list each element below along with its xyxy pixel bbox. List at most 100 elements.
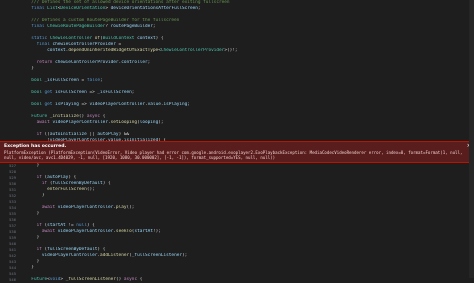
code-token: /// Defines a custom RoutePageBuilder fo…	[26, 18, 180, 23]
code-token: ||	[86, 132, 98, 137]
code-token: videoPlayerController	[41, 253, 98, 258]
code-token: setLooping	[110, 120, 138, 125]
code-token: );	[158, 120, 164, 125]
code-token: await	[41, 229, 58, 234]
code-token: false	[86, 78, 101, 83]
editor-scrollbar[interactable]	[469, 0, 474, 278]
code-token: controller	[121, 60, 148, 65]
code-token: autoPlay	[97, 132, 119, 137]
code-token: get	[44, 90, 56, 95]
code-token: =>	[86, 90, 98, 95]
code-block-bottom: 527 } 528 529 if (autoPlay) {530 if (fullS…	[0, 163, 474, 283]
code-token: context	[47, 48, 66, 53]
code-token: startAt	[47, 223, 66, 228]
code-token: final	[36, 42, 53, 47]
code-token: _fullScreenListener	[131, 253, 183, 258]
code-token: ;	[131, 90, 135, 95]
code-token: autoInitialize	[49, 132, 87, 137]
code-token: context	[137, 36, 156, 41]
code-token: }	[26, 259, 40, 264]
code-token: looping	[139, 120, 159, 125]
code-token: }	[26, 211, 40, 216]
code-token: get	[44, 102, 56, 107]
code-token: fullScreenByDefault	[52, 181, 103, 186]
code-token: bool	[31, 90, 45, 95]
code-token: =	[115, 42, 122, 47]
code-token: chewieControllerProvider	[52, 42, 116, 47]
code-token: ;	[187, 102, 190, 107]
code-token: ();	[86, 187, 95, 192]
exception-message: PlatformException (PlatformException(Vid…	[4, 150, 465, 161]
code-token: videoPlayerController	[52, 120, 108, 125]
code-token: ) &&	[118, 132, 130, 137]
code-token: =	[78, 78, 87, 83]
code-token: async	[86, 114, 103, 119]
code-token: }	[26, 235, 40, 240]
code-token: final	[31, 6, 48, 11]
code-token: if	[36, 175, 45, 180]
code-token: await	[36, 120, 53, 125]
code-token: ) {	[102, 181, 111, 186]
code-editor[interactable]: /// Defines the set of allowed device or…	[0, 0, 474, 283]
code-token: =>	[78, 102, 90, 107]
code-token: final	[31, 24, 48, 29]
code-token: ChewieRoutePageBuilder	[47, 24, 106, 29]
code-token: deviceOrientationsAfterFullScreen	[110, 6, 198, 11]
code-token: if	[36, 132, 45, 137]
code-token: ) {	[155, 36, 164, 41]
code-token: !=	[65, 223, 77, 228]
code-token: >()!;	[224, 48, 238, 53]
code-token: if	[36, 223, 45, 228]
code-token: enterFullScreen	[47, 187, 87, 192]
exception-title: Exception has occurred.	[4, 144, 67, 149]
code-token: await	[41, 205, 58, 210]
code-token: ) {	[86, 223, 95, 228]
code-token: videoPlayerController	[89, 102, 145, 107]
code-token: dependOnInheritedWidgetOfExactType	[68, 48, 159, 53]
code-token: isFullScreen	[55, 90, 87, 95]
code-token: List	[47, 6, 58, 11]
code-token: ) {	[68, 175, 77, 180]
code-token: ) {	[97, 247, 106, 252]
code-token: Future	[31, 114, 50, 119]
code-token: _initialize	[49, 114, 79, 119]
code-token: DeviceOrientation	[60, 6, 106, 11]
code-token: }	[26, 163, 40, 168]
code-token: _isFullScreen	[97, 90, 132, 95]
code-token: ;	[147, 60, 151, 65]
code-token: fullScreenByDefault	[47, 247, 98, 252]
code-token: }	[26, 193, 45, 198]
code-token: }	[26, 265, 34, 270]
code-token: value	[147, 102, 161, 107]
code-token: startAt	[134, 229, 153, 234]
code-token: ;	[152, 24, 156, 29]
code-token: routePageBuilder	[110, 24, 153, 29]
code-token: null	[76, 223, 87, 228]
code-token: play	[115, 205, 127, 210]
code-token: chewieControllerProvider	[55, 60, 119, 65]
code-token: }	[26, 66, 34, 71]
code-token: bool	[31, 102, 45, 107]
exception-widget: Exception has occurred. × PlatformExcept…	[0, 141, 474, 163]
code-token: {	[102, 114, 106, 119]
code-token: autoPlay	[47, 175, 69, 180]
code-token: );	[182, 253, 188, 258]
code-token: if	[41, 181, 50, 186]
code-token: bool	[31, 78, 45, 83]
code-token: seekTo	[115, 229, 132, 234]
code-token: ChewieController	[49, 36, 95, 41]
code-token: BuildContext	[102, 36, 138, 41]
code-token: !);	[152, 229, 161, 234]
code-token: ChewieControllerProvider	[160, 48, 225, 53]
